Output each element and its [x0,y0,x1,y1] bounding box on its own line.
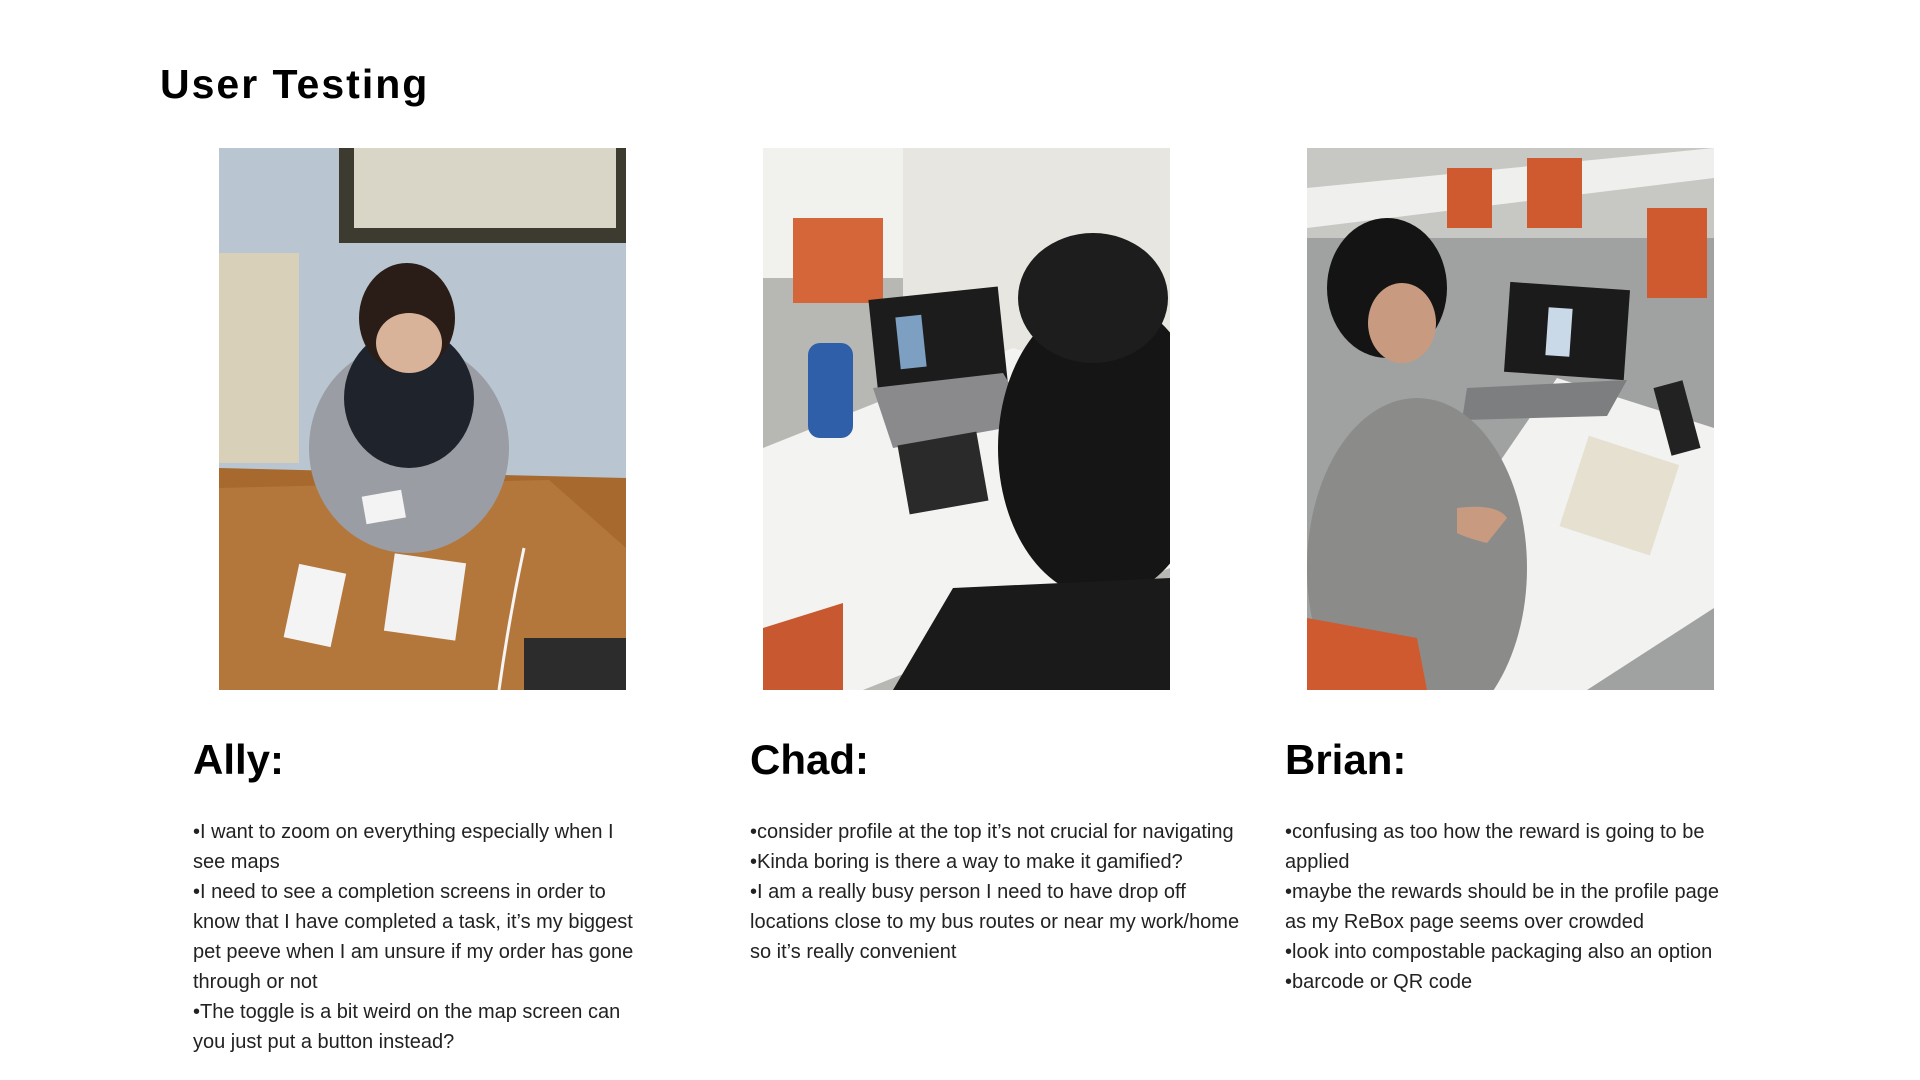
photo-brian [1307,148,1714,690]
feedback-item: •Kinda boring is there a way to make it … [750,851,1183,874]
feedback-item: •I am a really busy person I need to hav… [750,881,1240,964]
page-title: User Testing [160,61,430,107]
feedback-item: •I want to zoom on everything especially… [193,821,614,874]
participant-chad: Chad: •consider profile at the top it’s … [750,736,1250,967]
participant-name: Chad: [750,736,869,783]
feedback-list: •consider profile at the top it’s not cr… [750,817,1250,967]
slide: User Testing Ally: •I want to zoom on ev… [0,0,1920,1080]
photo-chad [763,148,1170,690]
photo-ally [219,148,626,690]
participant-brian: Brian: •confusing as too how the reward … [1285,736,1735,997]
feedback-item: •confusing as too how the reward is goin… [1285,821,1705,874]
feedback-item: •I need to see a completion screens in o… [193,881,634,994]
feedback-item: •The toggle is a bit weird on the map sc… [193,1001,621,1054]
feedback-item: •consider profile at the top it’s not cr… [750,821,1234,844]
feedback-item: •barcode or QR code [1285,971,1473,994]
feedback-list: •I want to zoom on everything especially… [193,817,643,1057]
participant-ally: Ally: •I want to zoom on everything espe… [193,736,643,1057]
photo-man-testing-laptop-prototype [1307,148,1714,690]
participant-name: Ally: [193,736,285,783]
participant-name: Brian: [1285,736,1407,783]
photo-person-testing-laptop-prototype [763,148,1170,690]
feedback-item: •maybe the rewards should be in the prof… [1285,881,1719,934]
photo-woman-testing-paper-prototype [219,148,626,690]
feedback-list: •confusing as too how the reward is goin… [1285,817,1735,997]
feedback-item: •look into compostable packaging also an… [1285,941,1713,964]
